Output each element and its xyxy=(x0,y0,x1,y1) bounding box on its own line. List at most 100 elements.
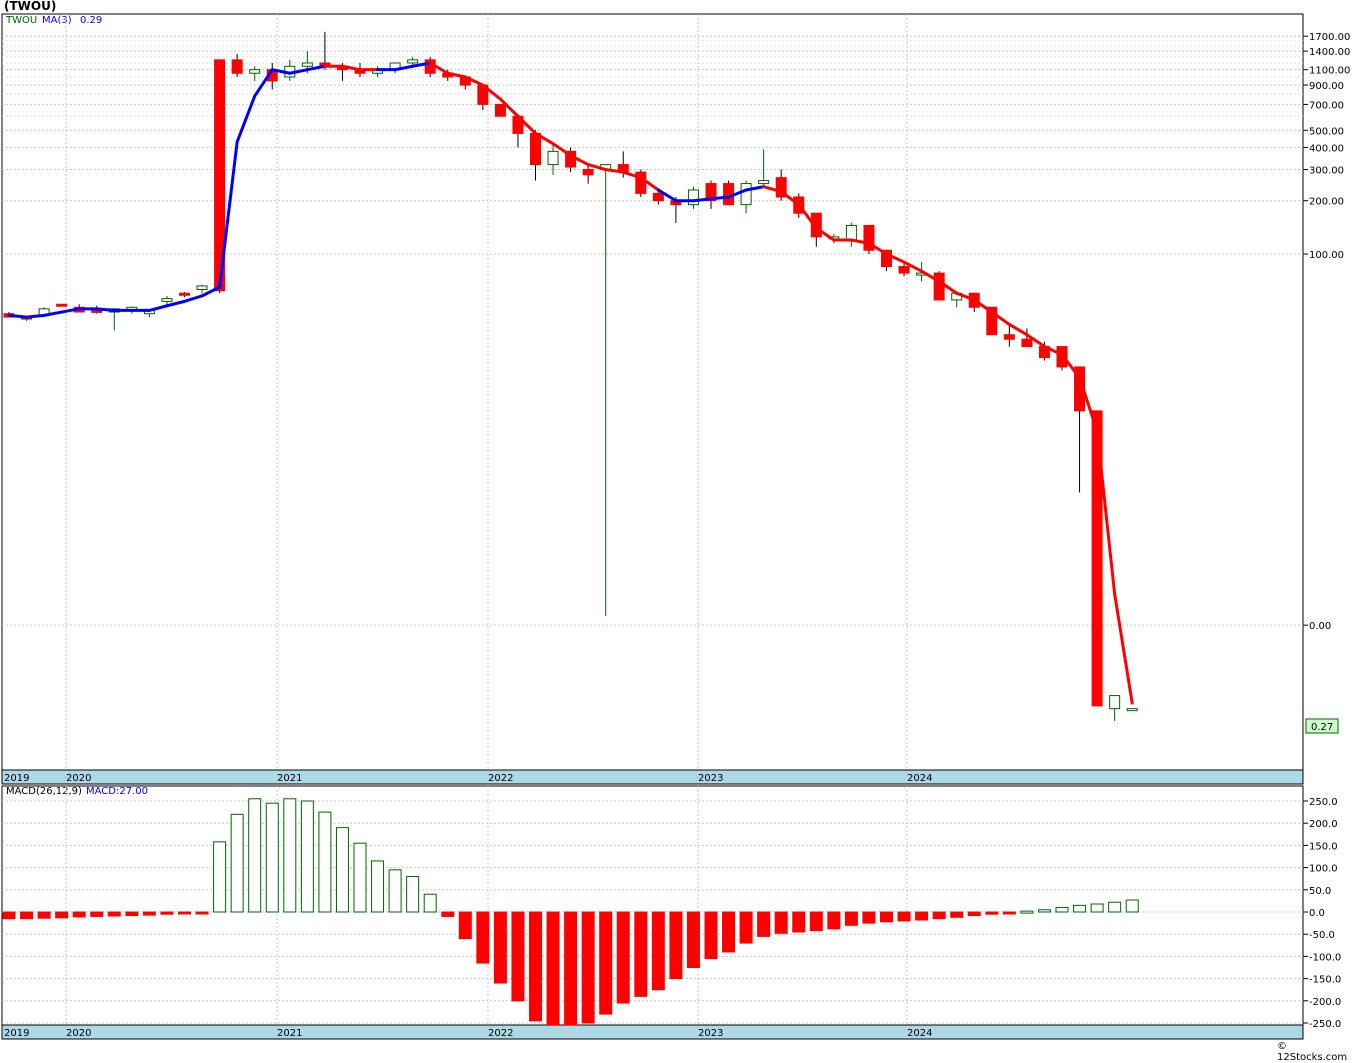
ma3-line-segment xyxy=(183,294,204,303)
macd-bar-positive xyxy=(423,893,437,913)
macd-bar-negative xyxy=(564,911,578,1026)
ma3-line-segment xyxy=(235,94,257,144)
candle-down xyxy=(652,192,664,202)
macd-x-label: 2022 xyxy=(488,1028,513,1039)
candle-down xyxy=(933,272,945,301)
candle-down xyxy=(582,169,594,176)
macd-bar-positive xyxy=(371,860,385,913)
candle-up xyxy=(740,183,752,206)
macd-bar-negative xyxy=(634,911,648,997)
price-tick-label: 900.00 xyxy=(1309,81,1344,92)
macd-x-label: 2019 xyxy=(4,1028,29,1039)
macd-bar-negative xyxy=(90,911,104,917)
candle-up xyxy=(161,298,173,302)
candle-up xyxy=(687,189,699,206)
ma3-line-segment xyxy=(305,64,327,72)
macd-bar-negative xyxy=(37,911,51,919)
ma3-line-segment xyxy=(25,313,46,319)
macd-x-axis-band xyxy=(1,1024,1304,1040)
macd-bar-negative xyxy=(20,911,34,920)
macd-x-label: 2021 xyxy=(277,1028,302,1039)
macd-tick-label: 250.0 xyxy=(1309,797,1338,808)
macd-bar-negative xyxy=(72,911,86,918)
macd-tick-label: 50.0 xyxy=(1309,886,1331,897)
ma3-line-segment xyxy=(165,299,186,308)
ma3-line-segment xyxy=(7,313,29,319)
chart-svg: 1700.00 1400.00 1100.00 900.00 700.00 500.00 4… xyxy=(1,13,1350,1040)
macd-bar-negative xyxy=(757,911,771,937)
candle-up xyxy=(845,224,857,241)
macd-bar-positive xyxy=(283,798,297,913)
price-x-label: 2020 xyxy=(66,773,91,784)
macd-bar-negative xyxy=(581,911,595,1024)
macd-bar-negative xyxy=(739,911,753,944)
macd-bar-negative xyxy=(55,911,69,919)
macd-tick-label: -250.0 xyxy=(1309,1019,1341,1030)
price-x-label: 2024 xyxy=(907,773,932,784)
ma3-line-segment xyxy=(709,195,731,201)
price-x-label: 2023 xyxy=(698,773,723,784)
macd-bar-positive xyxy=(1020,910,1034,914)
macd-bar-negative xyxy=(441,911,455,917)
macd-bar-negative xyxy=(616,911,630,1004)
macd-bar-negative xyxy=(178,911,191,915)
macd-bar-negative xyxy=(160,911,174,915)
price-tick-label: 1700.00 xyxy=(1309,32,1350,43)
macd-bar-positive xyxy=(213,841,227,913)
price-tick-label: 500.00 xyxy=(1309,126,1344,137)
macd-bar-negative xyxy=(493,911,507,984)
candle-up xyxy=(407,59,419,64)
macd-tick-label: 100.0 xyxy=(1309,864,1338,875)
macd-bar-negative xyxy=(897,911,911,922)
candle-down xyxy=(179,292,190,296)
macd-bar-negative xyxy=(985,911,999,915)
candle-up xyxy=(1126,708,1138,712)
macd-bar-positive xyxy=(406,875,420,913)
macd-bar-negative xyxy=(669,911,683,980)
macd-bar-negative xyxy=(686,911,700,968)
ma3-line-segment xyxy=(147,304,169,312)
macd-bar-positive xyxy=(1108,901,1122,913)
macd-bar-negative xyxy=(142,911,156,916)
macd-bar-negative xyxy=(792,911,806,933)
ma3-line-segment xyxy=(1113,592,1134,705)
macd-bar-negative xyxy=(195,911,209,915)
macd-bar-negative xyxy=(511,911,525,1002)
macd-tick-label: 150.0 xyxy=(1309,841,1338,852)
macd-bar-positive xyxy=(1055,907,1069,913)
candle-up xyxy=(196,285,208,291)
macd-tick-label: -200.0 xyxy=(1309,997,1341,1008)
macd-bar-positive xyxy=(230,813,244,913)
macd-bar-positive xyxy=(1125,899,1139,913)
macd-tick-label: -100.0 xyxy=(1309,952,1341,963)
macd-bar-negative xyxy=(915,911,929,921)
candle-up xyxy=(1109,695,1121,710)
macd-tick-label: -50.0 xyxy=(1309,930,1335,941)
macd-bar-negative xyxy=(774,911,788,934)
macd-bar-positive xyxy=(265,802,279,913)
macd-bar-negative xyxy=(809,911,823,932)
candle-down xyxy=(231,59,243,74)
macd-bar-negative xyxy=(827,911,841,930)
candle-down xyxy=(494,103,506,117)
price-tick-label: 200.00 xyxy=(1309,197,1344,208)
price-tick-label: 0.00 xyxy=(1309,621,1331,632)
macd-bar-negative xyxy=(932,911,946,920)
price-tick-label: 1400.00 xyxy=(1309,47,1350,58)
macd-bar-negative xyxy=(476,911,490,964)
macd-bar-negative xyxy=(844,911,858,926)
last-price-label: 0.27 xyxy=(1311,722,1333,733)
macd-bar-positive xyxy=(318,811,332,913)
macd-bar-negative xyxy=(529,911,542,1022)
macd-bar-negative xyxy=(967,911,981,917)
ma3-line-segment xyxy=(95,307,116,312)
price-x-label: 2019 xyxy=(4,773,29,784)
macd-bar-negative xyxy=(107,911,121,917)
candle-up xyxy=(547,150,559,166)
macd-bar-positive xyxy=(1073,904,1087,913)
macd-bar-positive xyxy=(388,869,402,913)
macd-bar-negative xyxy=(862,911,876,924)
ma3-line-segment xyxy=(1007,322,1029,337)
macd-bar-negative xyxy=(546,911,560,1026)
price-tick-label: 100.00 xyxy=(1309,250,1344,261)
